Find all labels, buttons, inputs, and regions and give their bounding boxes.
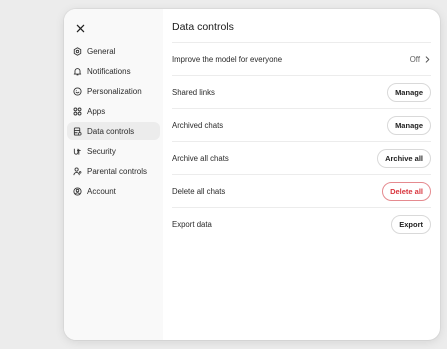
shared-links-manage-button[interactable]: Manage [387,82,431,102]
sidebar-item-notifications[interactable]: Notifications [67,62,160,80]
database-icon [73,126,82,136]
page-title: Data controls [172,21,234,33]
export-button[interactable]: Export [391,214,431,234]
sidebar-item-label: Apps [87,106,106,116]
account-icon [73,186,82,196]
settings-content: Data controls Improve the model for ever… [163,9,440,340]
security-icon [73,147,82,156]
row-label: Archived chats [172,120,224,130]
settings-dialog: General Notifications Personalization Ap… [64,9,440,340]
row-label: Archive all chats [172,153,229,163]
chevron-right-icon [425,55,430,63]
settings-row-improve-model: Improve the model for everyone Off [172,42,431,75]
improve-model-value: Off [409,54,420,64]
sidebar-item-label: Account [87,186,116,196]
sidebar-item-label: Parental controls [87,166,148,176]
settings-list: Improve the model for everyone Off Share… [172,42,431,240]
close-button[interactable] [71,19,89,37]
sidebar-item-apps[interactable]: Apps [67,102,160,120]
settings-row-delete-all: Delete all chats Delete all [172,174,431,207]
settings-nav: General Notifications Personalization Ap… [67,42,160,202]
sidebar-item-data-controls[interactable]: Data controls [67,122,160,140]
archive-all-button[interactable]: Archive all [377,148,431,168]
settings-row-archive-all: Archive all chats Archive all [172,141,431,174]
sidebar-item-label: General [87,46,116,56]
row-label: Delete all chats [172,186,226,196]
sidebar-item-personalization[interactable]: Personalization [67,82,160,100]
personalization-icon [73,86,82,96]
sidebar-item-security[interactable]: Security [67,142,160,160]
settings-row-archived-chats: Archived chats Manage [172,108,431,141]
bell-icon [73,67,82,76]
sidebar-item-general[interactable]: General [67,42,160,60]
sidebar-item-label: Data controls [87,126,135,136]
parental-controls-icon [73,166,82,176]
row-label: Improve the model for everyone [172,54,283,64]
improve-model-dropdown[interactable]: Off [410,55,431,64]
sidebar-item-label: Personalization [87,86,142,96]
settings-sidebar: General Notifications Personalization Ap… [64,9,163,340]
sidebar-item-label: Security [87,146,116,156]
row-label: Shared links [172,87,215,97]
settings-row-shared-links: Shared links Manage [172,75,431,108]
sidebar-item-label: Notifications [87,66,131,76]
apps-grid-icon [73,107,82,116]
archived-chats-manage-button[interactable]: Manage [387,115,431,135]
delete-all-button[interactable]: Delete all [382,181,431,201]
row-label: Export data [172,219,212,229]
gear-icon [73,46,82,56]
close-icon [76,24,84,32]
settings-row-export: Export data Export [172,207,431,240]
sidebar-item-parental-controls[interactable]: Parental controls [67,162,160,180]
sidebar-item-account[interactable]: Account [67,182,160,200]
